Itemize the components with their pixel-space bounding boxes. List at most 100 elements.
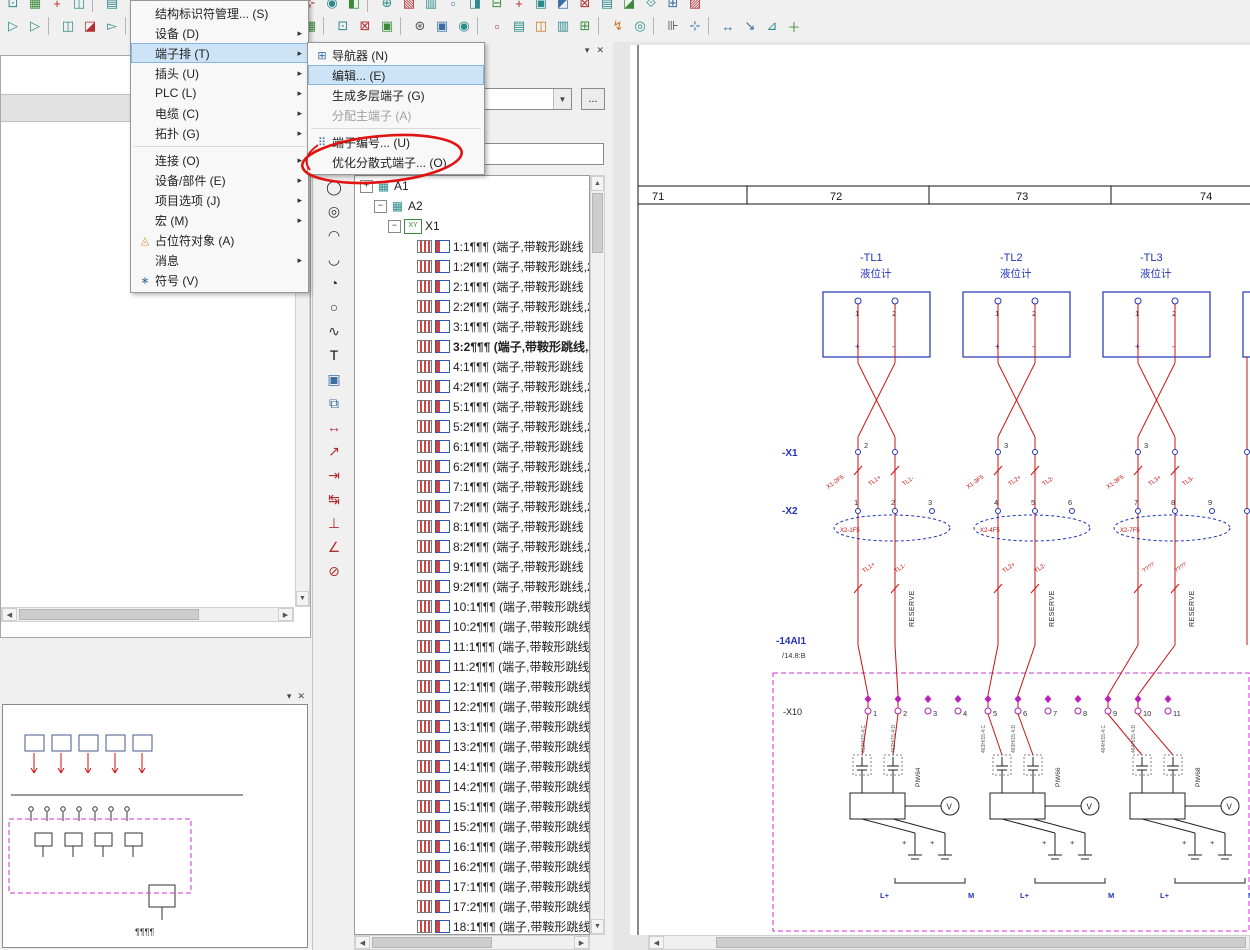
tree-h-scrollbar[interactable]: ◀ ▶: [354, 935, 590, 950]
toolbar-icon[interactable]: ▷: [2, 15, 24, 37]
toolbar-icon[interactable]: ◪: [79, 15, 101, 37]
editor-h-scrollbar[interactable]: ◀: [648, 935, 1250, 950]
scroll-left-icon[interactable]: ◀: [649, 936, 664, 949]
drawing-tool-icon[interactable]: ○: [321, 295, 347, 319]
terminal-tree-item[interactable]: 18:1¶¶¶ (端子,带鞍形跳线: [355, 916, 589, 935]
toolbar-icon[interactable]: ⟐: [640, 0, 662, 13]
toolbar-icon[interactable]: ▣: [530, 0, 552, 13]
toolbar-icon[interactable]: ▣: [376, 15, 398, 37]
terminal-tree-item[interactable]: 6:2¶¶¶ (端子,带鞍形跳线,2: [355, 456, 589, 476]
terminal-tree-item[interactable]: 2:2¶¶¶ (端子,带鞍形跳线,2: [355, 296, 589, 316]
menu-item[interactable]: 编辑... (E): [308, 65, 484, 85]
drawing-tool-icon[interactable]: T: [321, 343, 347, 367]
scroll-track[interactable]: [17, 608, 278, 621]
collapse-icon[interactable]: −: [374, 200, 387, 213]
toolbar-icon[interactable]: ▫: [442, 0, 464, 13]
terminal-tree-item[interactable]: 3:1¶¶¶ (端子,带鞍形跳线: [355, 316, 589, 336]
panel-h-scrollbar[interactable]: ◀ ▶: [1, 607, 294, 622]
toolbar-icon[interactable]: ▧: [398, 0, 420, 13]
drawing-tool-icon[interactable]: ∿: [321, 319, 347, 343]
toolbar-icon[interactable]: ⊿: [761, 15, 783, 37]
toolbar-icon[interactable]: ◪: [618, 0, 640, 13]
menu-item[interactable]: 结构标识符管理... (S): [131, 3, 308, 23]
toolbar-icon[interactable]: ▦: [24, 0, 46, 13]
toolbar-icon[interactable]: ⊪: [662, 15, 684, 37]
drawing-tool-icon[interactable]: ∠: [321, 535, 347, 559]
toolbar-icon[interactable]: ＋: [783, 15, 805, 37]
toolbar-icon[interactable]: ⊠: [354, 15, 376, 37]
terminal-tree-item[interactable]: 8:2¶¶¶ (端子,带鞍形跳线,2: [355, 536, 589, 556]
tree-node-a1[interactable]: + ▦ A1: [355, 176, 589, 196]
terminal-tree-item[interactable]: 14:1¶¶¶ (端子,带鞍形跳线: [355, 756, 589, 776]
toolbar-icon[interactable]: ▻: [101, 15, 123, 37]
terminal-tree-item[interactable]: 17:2¶¶¶ (端子,带鞍形跳线,2: [355, 896, 589, 916]
terminal-tree-item[interactable]: 14:2¶¶¶ (端子,带鞍形跳线,2: [355, 776, 589, 796]
schematic-page[interactable]: 71 72 73 74 -X1 -X2 -14AI1 /14.8:B -X10 …: [630, 45, 1250, 935]
drawing-tool-icon[interactable]: ◔: [321, 271, 347, 295]
terminal-tree-item[interactable]: 4:2¶¶¶ (端子,带鞍形跳线,2: [355, 376, 589, 396]
toolbar-icon[interactable]: ⊡: [2, 0, 24, 13]
toolbar-icon[interactable]: ▣: [431, 15, 453, 37]
toolbar-icon[interactable]: ◫: [57, 15, 79, 37]
terminal-tree-item[interactable]: 12:1¶¶¶ (端子,带鞍形跳线: [355, 676, 589, 696]
toolbar-icon[interactable]: ⊛: [409, 15, 431, 37]
toolbar-icon[interactable]: ◨: [464, 0, 486, 13]
close-icon[interactable]: ✕: [297, 691, 305, 701]
menu-item[interactable]: ◬ 占位符对象 (A): [131, 230, 308, 250]
menu-item[interactable]: 连接 (O) ▸: [131, 150, 308, 170]
chevron-down-icon[interactable]: ▼: [553, 89, 571, 109]
drawing-tool-icon[interactable]: ↗: [321, 439, 347, 463]
scroll-right-icon[interactable]: ▶: [574, 936, 589, 949]
terminal-tree-item[interactable]: 13:2¶¶¶ (端子,带鞍形跳线,2: [355, 736, 589, 756]
toolbar-icon[interactable]: ▫: [486, 15, 508, 37]
scroll-left-icon[interactable]: ◀: [355, 936, 370, 949]
menu-item[interactable]: 设备 (D) ▸: [131, 23, 308, 43]
terminal-tree-item[interactable]: 9:1¶¶¶ (端子,带鞍形跳线: [355, 556, 589, 576]
menu-item[interactable]: 插头 (U) ▸: [131, 63, 308, 83]
drawing-tool-icon[interactable]: ⊥: [321, 511, 347, 535]
terminal-tree-item[interactable]: 8:1¶¶¶ (端子,带鞍形跳线: [355, 516, 589, 536]
toolbar-icon[interactable]: ◫: [530, 15, 552, 37]
scroll-thumb[interactable]: [372, 937, 492, 948]
toolbar-icon[interactable]: [598, 17, 605, 35]
toolbar-icon[interactable]: ⊞: [574, 15, 596, 37]
tree-v-scrollbar[interactable]: ▲ ▼: [590, 175, 605, 935]
terminal-tree-item[interactable]: 10:1¶¶¶ (端子,带鞍形跳线: [355, 596, 589, 616]
terminal-tree-item[interactable]: 5:1¶¶¶ (端子,带鞍形跳线: [355, 396, 589, 416]
toolbar-icon[interactable]: ◫: [68, 0, 90, 13]
menu-item[interactable]: 优化分散式端子... (O): [308, 152, 484, 172]
drawing-tool-icon[interactable]: ⊘: [321, 559, 347, 583]
toolbar-icon[interactable]: +: [46, 0, 68, 13]
menu-item[interactable]: ⊞ 导航器 (N): [308, 45, 484, 65]
terminal-tree-item[interactable]: 6:1¶¶¶ (端子,带鞍形跳线: [355, 436, 589, 456]
terminal-tree-item[interactable]: 9:2¶¶¶ (端子,带鞍形跳线,2: [355, 576, 589, 596]
toolbar-icon[interactable]: ↘: [739, 15, 761, 37]
terminal-tree-item[interactable]: 16:1¶¶¶ (端子,带鞍形跳线: [355, 836, 589, 856]
toolbar-icon[interactable]: [653, 17, 660, 35]
menu-item[interactable]: 消息 ▸: [131, 250, 308, 270]
drawing-tool-icon[interactable]: ⇥: [321, 463, 347, 487]
toolbar-icon[interactable]: ◩: [552, 0, 574, 13]
collapse-icon[interactable]: −: [388, 220, 401, 233]
terminal-tree-item[interactable]: 10:2¶¶¶ (端子,带鞍形跳线,2: [355, 616, 589, 636]
terminal-tree-item[interactable]: 5:2¶¶¶ (端子,带鞍形跳线,2: [355, 416, 589, 436]
scroll-track[interactable]: [664, 936, 1249, 949]
toolbar-icon[interactable]: ⊕: [376, 0, 398, 13]
drawing-tool-icon[interactable]: ↔: [321, 415, 347, 439]
toolbar-icon[interactable]: [400, 17, 407, 35]
menu-item[interactable]: 项目选项 (J) ▸: [131, 190, 308, 210]
terminal-tree-item[interactable]: 16:2¶¶¶ (端子,带鞍形跳线,2: [355, 856, 589, 876]
menu-item[interactable]: ⠿ 端子编号... (U): [308, 132, 484, 152]
drawing-tool-icon[interactable]: ▣: [321, 367, 347, 391]
dock-menu-icon[interactable]: ▾: [585, 45, 590, 55]
toolbar-icon[interactable]: [367, 0, 374, 12]
terminal-tree-item[interactable]: 7:2¶¶¶ (端子,带鞍形跳线,2: [355, 496, 589, 516]
toolbar-icon[interactable]: ⊞: [662, 0, 684, 13]
tree-node-x1[interactable]: − XY X1: [355, 216, 589, 236]
toolbar-icon[interactable]: ▥: [552, 15, 574, 37]
scroll-track[interactable]: [370, 936, 574, 949]
drawing-tool-icon[interactable]: ◠: [321, 223, 347, 247]
toolbar-icon[interactable]: ▨: [684, 0, 706, 13]
toolbar-icon[interactable]: [323, 17, 330, 35]
preview-canvas[interactable]: ¶¶¶¶: [2, 704, 308, 948]
